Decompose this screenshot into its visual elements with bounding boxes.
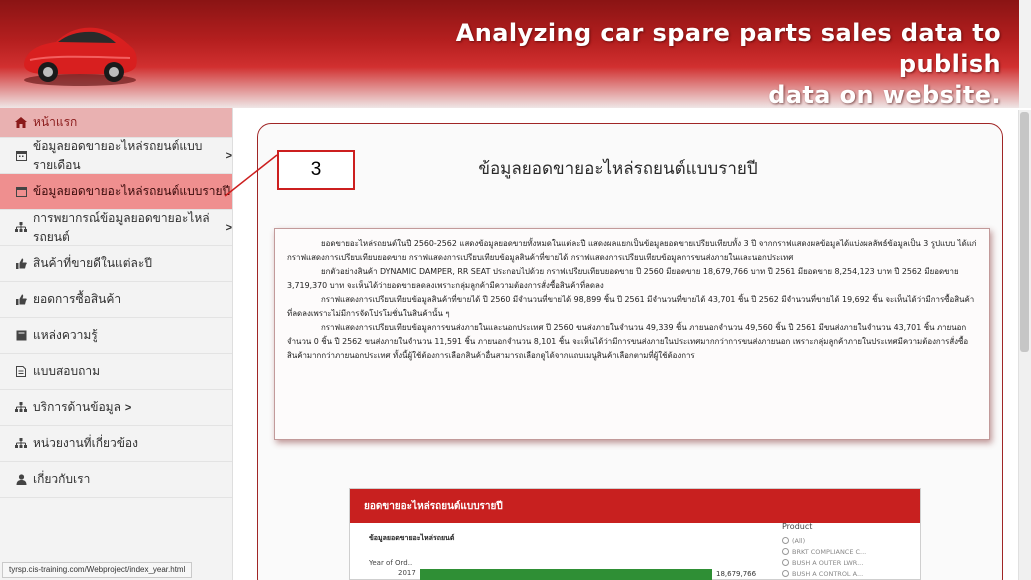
home-icon xyxy=(14,116,28,130)
description-paragraph: กราฟแสดงการเปรียบเทียบข้อมูลการขนส่งภายใ… xyxy=(287,323,969,360)
thumbs-up-icon xyxy=(14,257,28,271)
sidebar-item-label: แหล่งความรู้ xyxy=(33,328,98,342)
sidebar-item-monthly-sales[interactable]: ข้อมูลยอดขายอะไหล่รถยนต์แบบรายเดือน > xyxy=(0,138,232,174)
thumbs-up-icon xyxy=(14,293,28,307)
book-icon xyxy=(14,329,28,343)
site-title: Analyzing car spare parts sales data to … xyxy=(361,18,1001,111)
filter-option[interactable]: BUSH A CONTROL A... xyxy=(782,568,922,579)
filter-option[interactable]: BRKT COMPLIANCE C... xyxy=(782,546,922,557)
sidebar-item-about[interactable]: เกี่ยวกับเรา xyxy=(0,462,232,498)
sidebar-item-survey[interactable]: แบบสอบถาม xyxy=(0,354,232,390)
network-icon xyxy=(14,437,28,451)
calendar-icon xyxy=(14,185,28,199)
description-box: ยอดขายอะไหล่รถยนต์ในปี 2560-2562 แสดงข้อ… xyxy=(274,228,990,440)
sitemap-icon xyxy=(14,221,28,235)
sidebar-item-label: ข้อมูลยอดขายอะไหล่รถยนต์แบบรายเดือน xyxy=(33,138,203,172)
filter-option-label: (All) xyxy=(792,536,806,545)
radio-icon xyxy=(782,537,789,544)
dashboard-subtitle: ข้อมูลยอดขายอะไหล่รถยนต์ xyxy=(369,534,455,542)
sidebar-item-label: สินค้าที่ขายดีในแต่ละปี xyxy=(33,256,152,270)
dashboard-header: ยอดขายอะไหล่รถยนต์แบบรายปี xyxy=(350,489,920,523)
page-title: ข้อมูลยอดขายอะไหล่รถยนต์แบบรายปี xyxy=(478,159,758,178)
filter-title: Product xyxy=(782,522,813,531)
document-icon xyxy=(14,365,28,379)
sidebar-item-label: แบบสอบถาม xyxy=(33,364,101,378)
dashboard-bar[interactable] xyxy=(420,569,712,580)
header-right-edge xyxy=(1019,0,1031,108)
sidebar-item-label: ยอดการซื้อสินค้า xyxy=(33,292,122,306)
sidebar-item-data-services[interactable]: บริการด้านข้อมูล > xyxy=(0,390,232,426)
dashboard-year-label: 2017 xyxy=(398,569,416,577)
site-title-line-2: data on website. xyxy=(768,81,1001,109)
filter-option-label: BUSH A OUTER LWR... xyxy=(792,558,864,567)
site-title-line-1: Analyzing car spare parts sales data to … xyxy=(455,19,1001,78)
radio-icon xyxy=(782,548,789,555)
dashboard-axis-label: Year of Ord.. xyxy=(369,559,413,567)
sidebar-item-label: การพยากรณ์ข้อมูลยอดขายอะไหล่รถยนต์ xyxy=(33,210,210,244)
sidebar-nav: หน้าแรก ข้อมูลยอดขายอะไหล่รถยนต์แบบรายเด… xyxy=(0,108,233,580)
sidebar-item-label: หน้าแรก xyxy=(33,115,78,129)
page-scrollbar-thumb[interactable] xyxy=(1020,112,1029,352)
sidebar-item-purchases[interactable]: ยอดการซื้อสินค้า xyxy=(0,282,232,318)
chevron-right-icon: > xyxy=(225,149,232,162)
sidebar-item-knowledge[interactable]: แหล่งความรู้ xyxy=(0,318,232,354)
chevron-right-icon: > xyxy=(124,401,132,414)
network-icon xyxy=(14,401,28,415)
calendar-icon xyxy=(14,149,28,163)
filter-option-label: BRKT COMPLIANCE C... xyxy=(792,547,867,556)
site-header: Analyzing car spare parts sales data to … xyxy=(0,0,1031,111)
sidebar-item-label: ข้อมูลยอดขายอะไหล่รถยนต์แบบรายปี xyxy=(33,184,231,198)
filter-option[interactable]: BUSH A OUTER LWR... xyxy=(782,557,922,568)
radio-icon xyxy=(782,570,789,577)
filter-option-label: BUSH A CONTROL A... xyxy=(792,569,864,578)
radio-icon xyxy=(782,559,789,566)
yearly-sales-dashboard: ยอดขายอะไหล่รถยนต์แบบรายปี ข้อมูลยอดขายอ… xyxy=(349,488,921,580)
chevron-right-icon: > xyxy=(225,221,232,234)
description-paragraph: กราฟแสดงการเปรียบเทียบข้อมูลสินค้าที่ขาย… xyxy=(287,295,975,318)
annotation-callout: 3 xyxy=(277,150,355,190)
status-bar-url: tyrsp.cis-training.com/Webproject/index_… xyxy=(2,562,193,578)
description-paragraph: ยกตัวอย่างสินค้า DYNAMIC DAMPER, RR SEAT… xyxy=(287,267,959,290)
sidebar-item-label: หน่วยงานที่เกี่ยวข้อง xyxy=(33,436,138,450)
sidebar-item-forecast[interactable]: การพยากรณ์ข้อมูลยอดขายอะไหล่รถยนต์ > xyxy=(0,210,232,246)
sidebar-item-label: เกี่ยวกับเรา xyxy=(33,472,91,486)
filter-option[interactable]: (All) xyxy=(782,535,922,546)
red-sports-car-logo xyxy=(24,27,137,86)
sidebar-item-agencies[interactable]: หน่วยงานที่เกี่ยวข้อง xyxy=(0,426,232,462)
sidebar-item-label: บริการด้านข้อมูล xyxy=(33,400,121,414)
sidebar-item-best-sellers[interactable]: สินค้าที่ขายดีในแต่ละปี xyxy=(0,246,232,282)
product-filter: Product (All) BRKT COMPLIANCE C... BUSH … xyxy=(782,522,922,579)
dashboard-bar-value: 18,679,766 xyxy=(716,570,757,578)
user-icon xyxy=(14,473,28,487)
sidebar-item-home[interactable]: หน้าแรก xyxy=(0,108,232,138)
description-paragraph: ยอดขายอะไหล่รถยนต์ในปี 2560-2562 แสดงข้อ… xyxy=(287,239,977,262)
sidebar-item-yearly-sales[interactable]: ข้อมูลยอดขายอะไหล่รถยนต์แบบรายปี xyxy=(0,174,232,210)
